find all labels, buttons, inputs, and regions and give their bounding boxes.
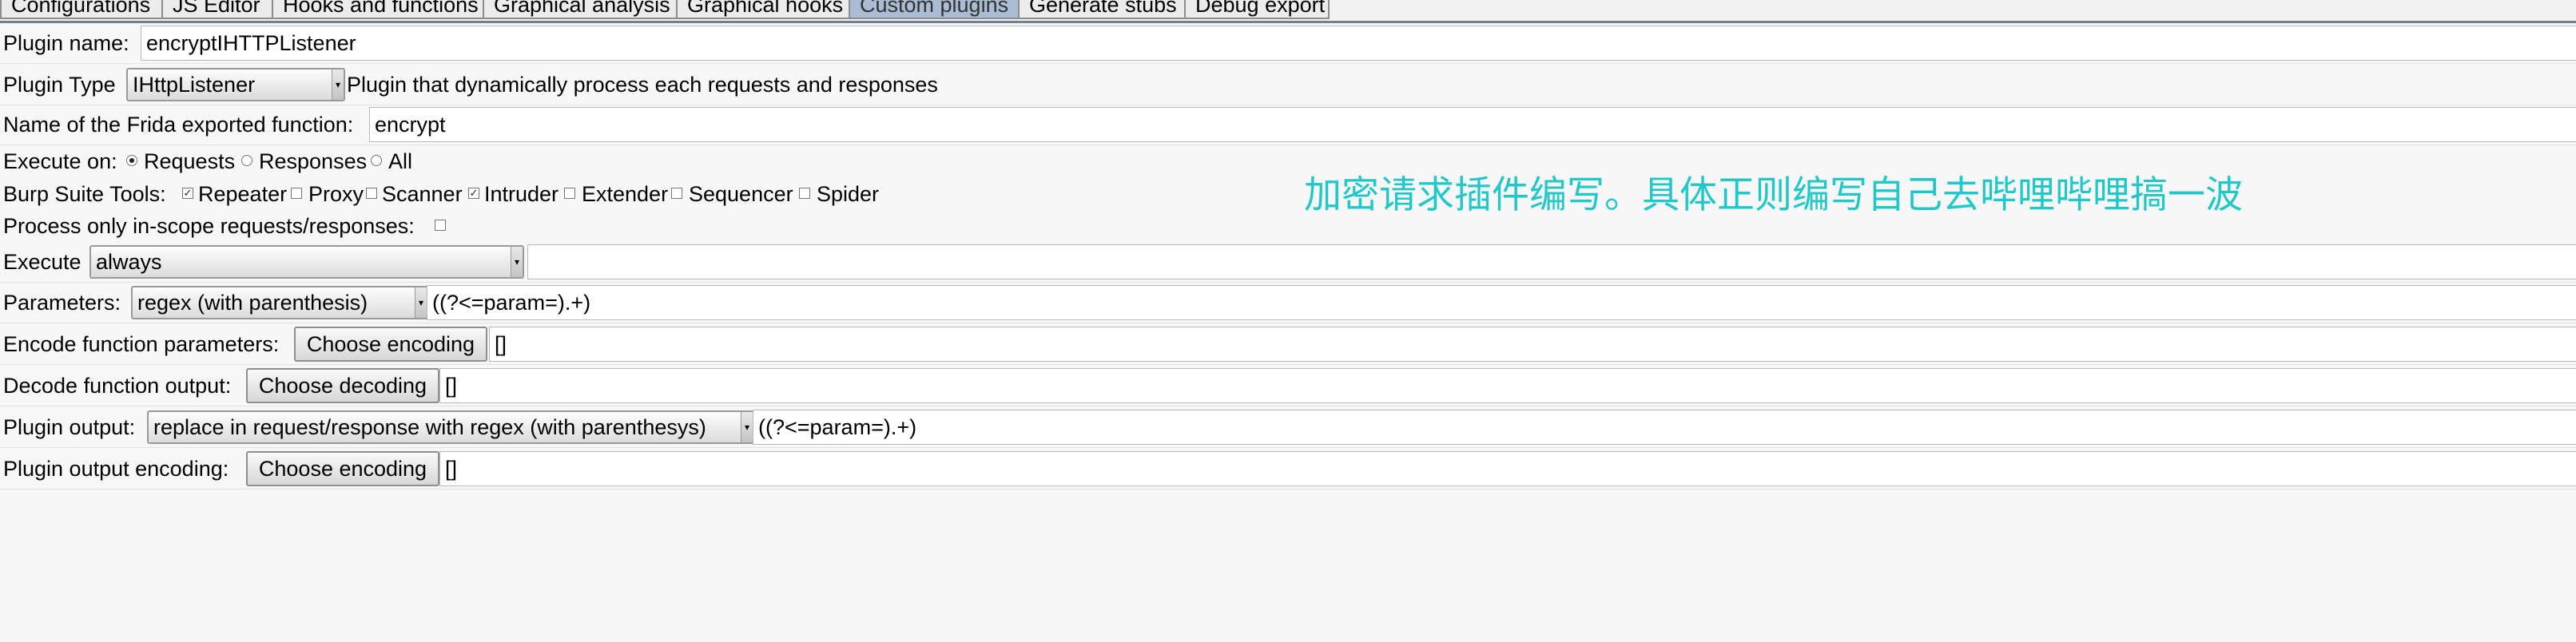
encode-params-label: Encode function parameters: — [3, 332, 280, 356]
checkbox-spider[interactable] — [799, 188, 810, 199]
execute-selected: always — [96, 250, 162, 274]
checkbox-repeater[interactable]: ✓ — [182, 188, 193, 199]
annotation-text: 加密请求插件编写。具体正则编写自己去哔哩哔哩搞一波 — [1304, 173, 2243, 217]
radio-responses[interactable] — [241, 155, 252, 166]
parameters-input[interactable]: ((?<=param=).+) — [427, 285, 2576, 320]
tab-bar: Configurations JS Editor Hooks and funct… — [0, 0, 2576, 23]
plugin-output-input[interactable]: ((?<=param=).+) — [753, 410, 2576, 445]
output-encoding-label: Plugin output encoding: — [3, 457, 229, 481]
decode-output-input[interactable]: [] — [439, 368, 2576, 403]
plugin-output-label: Plugin output: — [3, 415, 136, 439]
tab-graphical-hooks[interactable]: Graphical hooks — [676, 0, 850, 19]
plugin-type-selected: IHttpListener — [133, 73, 256, 97]
parameters-selected: regex (with parenthesis) — [137, 291, 368, 315]
checkbox-proxy[interactable] — [291, 188, 302, 199]
frida-function-input[interactable]: encrypt — [369, 107, 2576, 142]
checkbox-intruder[interactable]: ✓ — [468, 188, 479, 199]
tab-debug-export[interactable]: Debug export — [1184, 0, 1330, 19]
checkbox-scanner[interactable] — [366, 188, 377, 199]
radio-all[interactable] — [371, 155, 382, 166]
encode-params-input[interactable]: [] — [489, 327, 2576, 362]
plugin-type-description: Plugin that dynamically process each req… — [347, 73, 938, 97]
plugin-output-selected: replace in request/response with regex (… — [153, 415, 706, 439]
decode-output-label: Decode function output: — [3, 374, 232, 398]
tab-hooks-and-functions[interactable]: Hooks and functions — [272, 0, 484, 19]
execute-row: Execute always ▾ — [0, 242, 2576, 283]
choose-output-encoding-button[interactable]: Choose encoding — [246, 451, 439, 486]
chevron-down-icon: ▾ — [511, 247, 523, 277]
frida-function-row: Name of the Frida exported function: enc… — [0, 105, 2576, 145]
choose-decoding-button[interactable]: Choose decoding — [246, 368, 439, 403]
output-encoding-row: Plugin output encoding: Choose encoding … — [0, 449, 2576, 489]
chevron-down-icon: ▾ — [415, 287, 427, 318]
parameters-label: Parameters: — [3, 291, 121, 315]
encode-params-row: Encode function parameters: Choose encod… — [0, 324, 2576, 365]
tab-js-editor[interactable]: JS Editor — [161, 0, 273, 19]
plugin-type-label: Plugin Type — [3, 73, 116, 97]
plugin-name-row: Plugin name: encryptIHTTPListener — [0, 23, 2576, 64]
tab-custom-plugins[interactable]: Custom plugins — [849, 0, 1020, 19]
tab-configurations[interactable]: Configurations — [0, 0, 163, 19]
checkbox-in-scope[interactable] — [435, 220, 446, 231]
checkbox-extender[interactable] — [564, 188, 575, 199]
decode-output-row: Decode function output: Choose decoding … — [0, 366, 2576, 406]
frida-function-label: Name of the Frida exported function: — [3, 113, 354, 137]
tab-graphical-analysis[interactable]: Graphical analysis — [483, 0, 678, 19]
chevron-down-icon: ▾ — [332, 69, 344, 100]
checkbox-sequencer[interactable] — [671, 188, 682, 199]
parameters-row: Parameters: regex (with parenthesis) ▾ (… — [0, 283, 2576, 323]
output-encoding-input[interactable]: [] — [439, 451, 2576, 486]
parameters-select[interactable]: regex (with parenthesis) ▾ — [131, 286, 428, 319]
plugin-type-select[interactable]: IHttpListener ▾ — [126, 68, 345, 101]
plugin-output-row: Plugin output: replace in request/respon… — [0, 407, 2576, 448]
choose-encoding-button[interactable]: Choose encoding — [294, 327, 487, 362]
execute-select[interactable]: always ▾ — [89, 245, 524, 279]
execute-label: Execute — [3, 250, 81, 274]
in-scope-label: Process only in-scope requests/responses… — [3, 214, 415, 238]
chevron-down-icon: ▾ — [741, 412, 753, 442]
plugin-type-row: Plugin Type IHttpListener ▾ Plugin that … — [0, 65, 2576, 105]
plugin-output-select[interactable]: replace in request/response with regex (… — [147, 410, 754, 444]
plugin-name-input[interactable]: encryptIHTTPListener — [141, 26, 2576, 61]
execute-input[interactable] — [527, 244, 2576, 279]
radio-requests[interactable] — [126, 155, 137, 166]
plugin-name-label: Plugin name: — [3, 31, 129, 55]
tab-generate-stubs[interactable]: Generate stubs — [1018, 0, 1186, 19]
